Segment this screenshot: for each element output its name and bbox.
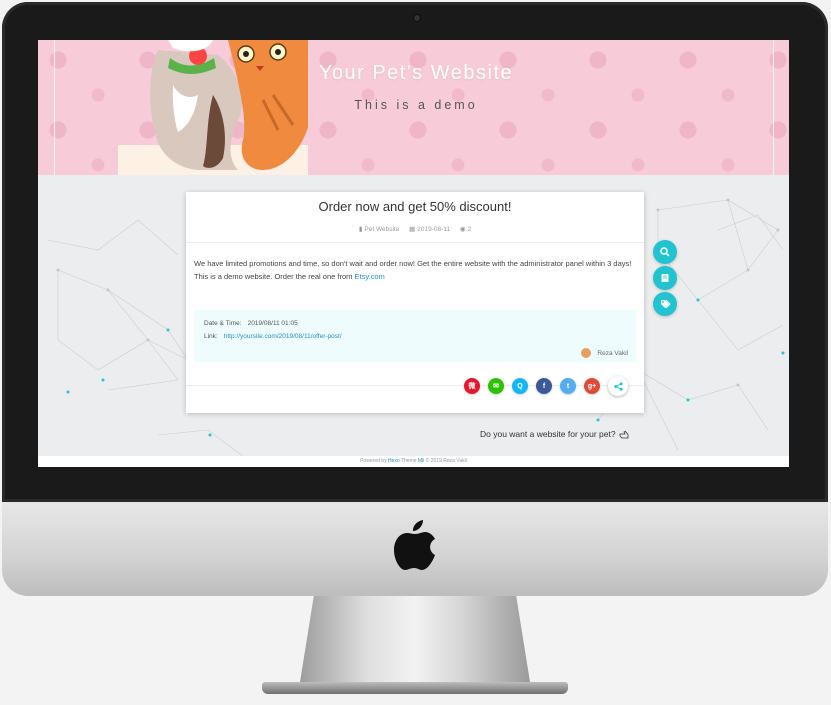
info-date-row: Date & Time: 2019/08/11 01:05 <box>204 320 298 327</box>
post-title[interactable]: Order now and get 50% discount! <box>186 199 644 214</box>
wechat-share-button[interactable]: ✉ <box>488 378 504 394</box>
google-plus-share-button[interactable]: g+ <box>584 378 600 394</box>
share-icon <box>613 381 623 391</box>
footer: Powered by Hexo Theme Mil © 2019 Reza Va… <box>38 456 789 467</box>
cta-text: Do you want a website for your pet? <box>480 429 616 439</box>
avatar <box>581 348 592 358</box>
apple-logo-icon <box>394 520 435 570</box>
post-info-box: Date & Time: 2019/08/11 01:05 Link: http:/… <box>194 310 636 362</box>
author-name: Reza Vakil <box>597 349 628 357</box>
cta-link[interactable]: Do you want a website for your pet? <box>480 429 629 439</box>
meta-category[interactable]: ▮ Pet Website <box>359 226 401 233</box>
share-bar: 微 ✉ Q f t g+ <box>456 376 628 396</box>
book-icon <box>661 274 669 282</box>
meta-date: ▦ 2019-08-11 <box>409 226 452 233</box>
post-card: Order now and get 50% discount! ▮ Pet Web… <box>186 192 644 413</box>
permalink[interactable]: http://yoursite.com/2019/08/11/offer-pos… <box>224 333 342 340</box>
info-link-row: Link: http://yoursite.com/2019/08/11/offe… <box>204 333 342 340</box>
footer-copyright: © 2019 Reza Vakil <box>425 458 467 464</box>
site-subtitle: This is a demo <box>354 98 478 112</box>
calendar-icon: ▦ <box>409 226 416 233</box>
facebook-share-button[interactable]: f <box>536 378 552 394</box>
post-body: We have limited promotions and time, so … <box>194 258 636 283</box>
browser-screen: Your Pet's Website This is a demo Order … <box>38 40 789 467</box>
meta-views: ◉ 2 <box>460 226 471 233</box>
book-icon: ▮ <box>358 226 363 233</box>
header-banner: Your Pet's Website This is a demo <box>38 40 789 175</box>
divider <box>186 242 644 243</box>
google-plus-icon: g+ <box>587 382 597 390</box>
imac-stand-base <box>262 682 568 694</box>
weibo-share-button[interactable]: 微 <box>464 378 480 394</box>
meta-category-label: Pet Website <box>364 226 400 233</box>
camera <box>414 15 420 21</box>
footer-powered: Powered by <box>360 458 387 464</box>
eye-icon: ◉ <box>459 226 466 233</box>
info-date-label: Date & Time: <box>204 320 242 327</box>
meta-views-label: 2 <box>467 226 472 233</box>
site-title[interactable]: Your Pet's Website <box>38 62 789 85</box>
info-link-label: Link: <box>204 333 218 340</box>
footer-theme: Theme <box>400 458 417 464</box>
weibo-icon: 微 <box>468 383 476 390</box>
meta-date-label: 2019-08-11 <box>417 226 451 233</box>
imac-stand <box>300 596 530 682</box>
tags-icon <box>660 299 671 309</box>
search-icon <box>660 247 670 257</box>
search-button[interactable] <box>653 240 677 264</box>
archive-button[interactable] <box>653 266 677 290</box>
twitter-share-button[interactable]: t <box>560 378 576 394</box>
author: Reza Vakil <box>581 348 628 358</box>
tags-button[interactable] <box>653 292 677 316</box>
hand-pointer-icon <box>619 430 629 438</box>
qq-icon: Q <box>517 382 523 390</box>
facebook-icon: f <box>542 382 546 390</box>
post-body-text: This is a demo website. Order the real o… <box>194 271 353 281</box>
etsy-link[interactable]: Etsy.com <box>355 272 385 281</box>
post-body-line: We have limited promotions and time, so … <box>194 259 632 268</box>
post-meta: ▮ Pet Website ▦ 2019-08-11 ◉ 2 <box>186 225 644 233</box>
info-date-value: 2019/08/11 01:05 <box>247 320 298 327</box>
hexo-link[interactable]: Hexo <box>388 458 400 464</box>
theme-link[interactable]: Mil <box>418 458 424 464</box>
wechat-icon: ✉ <box>493 383 499 390</box>
twitter-icon: t <box>566 382 570 390</box>
qq-share-button[interactable]: Q <box>512 378 528 394</box>
post-body-line: This is a demo website. Order the real o… <box>194 271 636 284</box>
share-toggle-button[interactable] <box>608 376 628 396</box>
